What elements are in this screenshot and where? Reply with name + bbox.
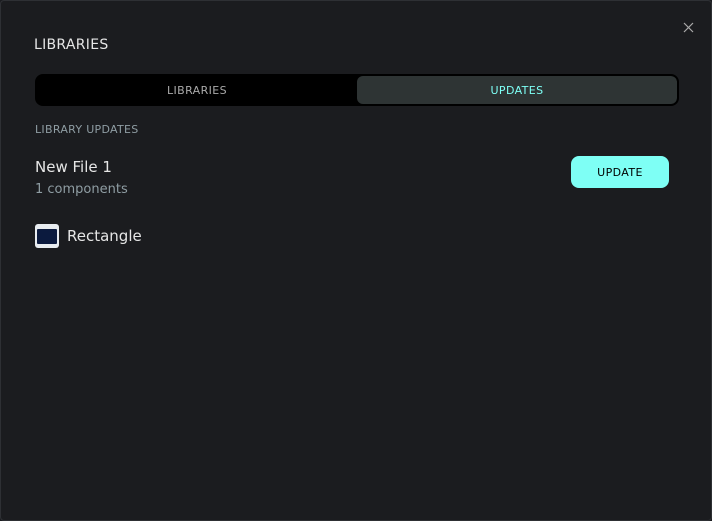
library-component-count: 1 components [35,182,128,197]
tab-libraries[interactable]: LIBRARIES [37,76,357,104]
modal-title: LIBRARIES [34,37,109,53]
update-button[interactable]: UPDATE [571,156,669,188]
close-button[interactable] [681,20,695,34]
libraries-modal: LIBRARIES LIBRARIES UPDATES LIBRARY UPDA… [0,0,712,521]
close-icon [683,22,693,32]
component-name: Rectangle [67,227,142,245]
tab-updates[interactable]: UPDATES [357,76,677,104]
tab-bar: LIBRARIES UPDATES [35,74,679,106]
library-name: New File 1 [35,158,112,176]
rectangle-thumbnail-icon [35,224,59,248]
component-item[interactable]: Rectangle [35,224,142,248]
section-label: LIBRARY UPDATES [35,123,139,136]
